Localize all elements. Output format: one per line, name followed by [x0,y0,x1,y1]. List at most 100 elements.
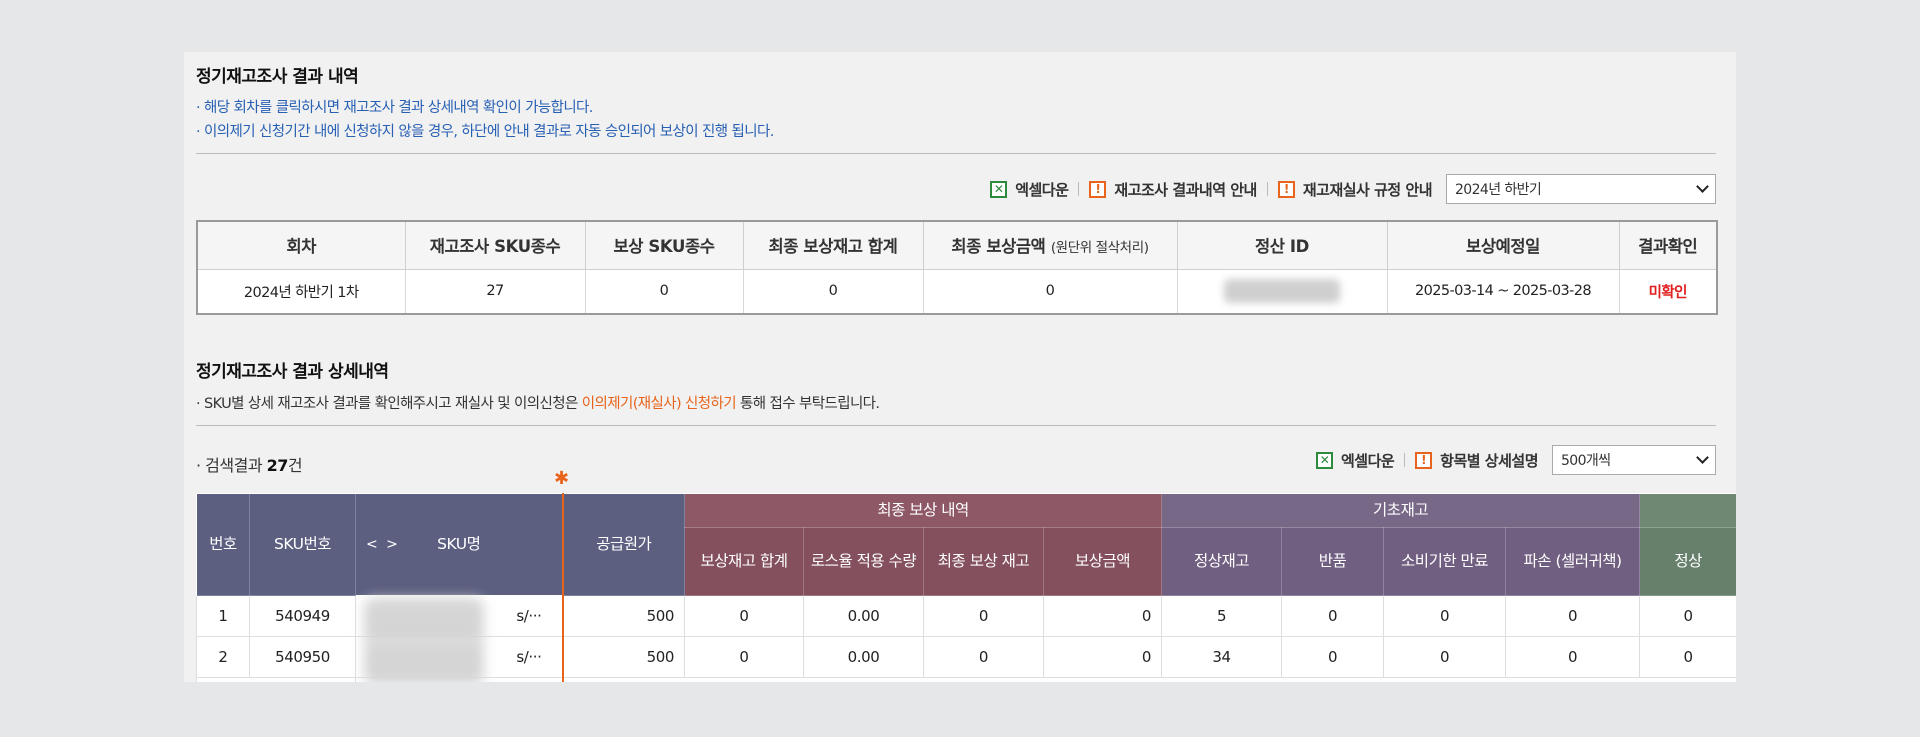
summary-toolbar: ✕ 엑셀다운 ! 재고조사 결과내역 안내 ! 재고재실사 규정 안내 2024… [990,174,1716,204]
row-normal: 0 [1639,636,1736,678]
section-title-details: 정기재고조사 결과 상세내역 [196,362,389,382]
warning-icon: ! [1277,180,1295,198]
row-comp-total: 0 [684,636,804,678]
period-select[interactable]: 2024년 하반기 [1446,174,1716,204]
table-row[interactable]: 1 540949 s/··· 500 0 0.00 0 0 5 0 0 0 0 [196,595,1736,644]
table-row[interactable]: 2 540950 s/··· 500 0 0.00 0 0 34 0 0 0 0 [196,636,1736,682]
col-comp-amount: 보상금액 [1042,527,1163,596]
col-no: 번호 [196,493,250,596]
col-round: 회차 [196,220,406,270]
row-amount: 0 [1042,595,1163,637]
row-normal-stock: 34 [1161,636,1283,678]
result-suffix: 건 [287,456,303,475]
row-normal-stock: 5 [1161,595,1283,637]
column-detail-button[interactable]: ! 항목별 상세설명 [1415,450,1538,471]
result-cell[interactable]: 미확인 [1618,268,1718,315]
row-sku-no: 540950 [249,636,356,678]
col-loss-applied: 로스율 적용 수량 [803,527,924,596]
col-schedule: 보상예정일 [1386,220,1620,270]
result-number: 27 [266,456,289,475]
col-sku-name: < > SKU명 [355,493,564,596]
row-no: 1 [196,595,250,637]
col-supply-price: 공급원가 [562,493,685,596]
result-guide-button[interactable]: ! 재고조사 결과내역 안내 [1089,179,1257,200]
excel-download-button[interactable]: ✕ 엑셀다운 [990,179,1069,200]
col-damaged: 파손 (셀러귀책) [1505,527,1641,596]
divider [196,425,1716,426]
excel-download-button-2[interactable]: ✕ 엑셀다운 [1315,450,1395,471]
chevron-down-icon [1696,451,1709,464]
notice-auto-approval: · 이의제기 신청기간 내에 신청하지 않을 경우, 하단에 안내 결과로 자동… [196,124,774,140]
col-final-amount-label: 최종 보상금액 [951,237,1046,257]
row-supply-price: 500 [562,595,685,637]
col-final-comp-stock: 최종 보상 재고 [923,527,1044,596]
column-detail-label: 항목별 상세설명 [1440,451,1538,470]
section-title-results: 정기재고조사 결과 내역 [196,67,359,87]
chevron-down-icon [1696,180,1709,193]
redacted-sku-name [364,639,484,682]
row-returned: 0 [1281,636,1385,678]
final-amount-cell: 0 [922,268,1178,315]
excel-icon: ✕ [1315,451,1333,469]
separator [1078,182,1080,196]
row-sku-no: 540949 [249,595,356,637]
warning-icon: ! [1415,451,1433,469]
round-cell[interactable]: 2024년 하반기 1차 [196,268,406,315]
separator [1266,182,1268,196]
recount-rule-button[interactable]: ! 재고재실사 규정 안내 [1277,179,1433,200]
search-result-count: · 검색결과 27건 [196,452,303,476]
notice-appeal-suffix: 통해 접수 부탁드립니다. [736,396,880,412]
col-settlement-id: 정산 ID [1176,220,1388,270]
col-normal: 정상 [1639,527,1736,596]
col-final-stock-total: 최종 보상재고 합계 [742,220,924,270]
row-supply-price: 500 [562,636,685,678]
page-size-select[interactable]: 500개씩 [1552,445,1716,475]
page-size-value: 500개씩 [1561,453,1611,469]
summary-table: 회차 재고조사 SKU종수 보상 SKU종수 최종 보상재고 합계 최종 보상금… [196,220,1718,315]
appeal-link[interactable]: 이의제기(재실사) 신청하기 [582,396,737,412]
redacted-settlement-id [1224,279,1340,304]
content-panel: 정기재고조사 결과 내역 · 해당 회차를 클릭하시면 재고조사 결과 상세내역… [184,52,1736,682]
summary-row[interactable]: 2024년 하반기 1차 27 0 0 0 2025-03-14 ~ 2025-… [196,268,1718,315]
row-returned: 0 [1281,595,1385,637]
recount-rule-label: 재고재실사 규정 안내 [1302,180,1433,199]
row-amount: 0 [1042,636,1163,678]
schedule-cell: 2025-03-14 ~ 2025-03-28 [1386,268,1620,315]
row-final: 0 [923,636,1044,678]
row-sku-name[interactable]: s/··· [355,636,564,682]
row-damaged: 0 [1505,595,1641,637]
row-damaged: 0 [1505,636,1641,678]
col-final-amount: 최종 보상금액 (원단위 절삭처리) [922,220,1178,270]
row-expired: 0 [1383,595,1507,637]
settlement-id-cell [1176,268,1388,315]
col-sku-count: 재고조사 SKU종수 [404,220,586,270]
sku-count-cell: 27 [404,268,586,315]
row-sku-name-suffix: s/··· [516,648,542,666]
notice-click-round: · 해당 회차를 클릭하시면 재고조사 결과 상세내역 확인이 가능합니다. [196,100,593,116]
result-guide-label: 재고조사 결과내역 안내 [1114,180,1257,199]
separator [1404,453,1406,467]
column-resize-handle-icon[interactable]: ✱ [554,470,569,488]
row-partial [561,677,1736,682]
row-normal: 0 [1639,595,1736,637]
row-sku-name[interactable]: s/··· [355,595,564,644]
col-comp-sku-count: 보상 SKU종수 [584,220,744,270]
column-move-arrows-icon[interactable]: < > [366,535,400,554]
row-loss: 0.00 [803,636,924,678]
detail-table: 번호 SKU번호 < > SKU명 공급원가 최종 보상 내역 기초재고 보상재… [196,493,1736,682]
result-prefix: · 검색결과 [196,456,267,475]
row-no: 2 [196,636,250,678]
col-expired: 소비기한 만료 [1383,527,1507,596]
result-status-link[interactable]: 미확인 [1649,285,1688,301]
col-result: 결과확인 [1618,220,1718,270]
warning-icon: ! [1089,180,1107,198]
group-next [1639,493,1736,528]
comp-sku-count-cell: 0 [584,268,744,315]
divider [196,153,1716,154]
col-sku-name-label: SKU명 [437,535,481,554]
row-sku-name-suffix: s/··· [516,607,542,625]
col-returned: 반품 [1281,527,1385,596]
excel-download-label: 엑셀다운 [1340,451,1395,470]
col-final-amount-note: (원단위 절삭처리) [1050,240,1149,257]
group-base-stock: 기초재고 [1161,493,1641,528]
